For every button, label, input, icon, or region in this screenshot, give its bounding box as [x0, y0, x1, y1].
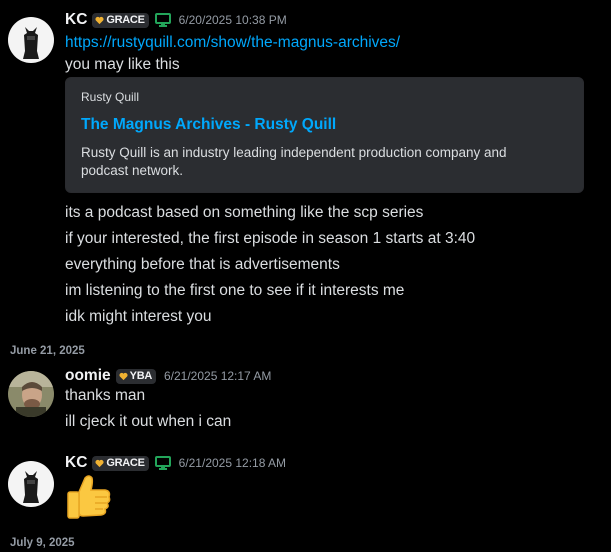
- message-text: ill cjeck it out when i can: [65, 413, 232, 430]
- embed-title[interactable]: The Magnus Archives - Rusty Quill: [81, 116, 336, 134]
- desktop-online-icon: [154, 13, 171, 27]
- timestamp: 6/21/2025 12:17 AM: [163, 369, 272, 383]
- avatar-oomie[interactable]: [8, 371, 54, 417]
- message-content-link: https://rustyquill.com/show/the-magnus-a…: [65, 32, 400, 54]
- message-header: KC GRACE 6/21/2025 12:18 AM: [65, 453, 286, 473]
- server-tag[interactable]: GRACE: [92, 12, 149, 28]
- message-text: its a podcast based on something like th…: [65, 204, 424, 221]
- message-text: you may like this: [65, 56, 180, 73]
- desktop-online-icon: [154, 456, 171, 470]
- username[interactable]: oomie: [65, 367, 111, 385]
- message-header: KC GRACE 6/20/2025 10:38 PM: [65, 10, 287, 30]
- timestamp: 6/21/2025 12:18 AM: [178, 456, 287, 470]
- avatar-kc[interactable]: [8, 461, 54, 507]
- date-separator: June 21, 2025: [10, 345, 85, 357]
- message-link[interactable]: https://rustyquill.com/show/the-magnus-a…: [65, 34, 400, 51]
- heart-icon: [95, 16, 104, 24]
- thumbs-up-icon: [65, 472, 113, 527]
- avatar-kc-image: [8, 461, 54, 507]
- message-header: oomie YBA 6/21/2025 12:17 AM: [65, 366, 271, 386]
- message-text: idk might interest you: [65, 308, 212, 325]
- link-embed: Rusty Quill The Magnus Archives - Rusty …: [65, 77, 584, 193]
- avatar-kc-image: [8, 17, 54, 63]
- message-text: thanks man: [65, 387, 146, 404]
- embed-description: Rusty Quill is an industry leading indep…: [81, 145, 507, 178]
- server-tag-label: YBA: [129, 370, 153, 382]
- embed-provider[interactable]: Rusty Quill: [81, 90, 139, 104]
- timestamp: 6/20/2025 10:38 PM: [178, 13, 287, 27]
- avatar-oomie-image: [8, 371, 54, 417]
- heart-icon: [119, 372, 128, 380]
- message-text: everything before that is advertisements: [65, 256, 340, 273]
- server-tag-label: GRACE: [106, 14, 145, 26]
- heart-icon: [95, 459, 104, 467]
- server-tag[interactable]: YBA: [115, 368, 156, 384]
- server-tag-label: GRACE: [106, 457, 145, 469]
- username[interactable]: KC: [65, 454, 87, 472]
- server-tag[interactable]: GRACE: [92, 455, 149, 471]
- message-text: im listening to the first one to see if …: [65, 282, 405, 299]
- username[interactable]: KC: [65, 11, 87, 29]
- date-separator: July 9, 2025: [10, 537, 75, 549]
- avatar-kc[interactable]: [8, 17, 54, 63]
- message-text: if your interested, the first episode in…: [65, 230, 476, 247]
